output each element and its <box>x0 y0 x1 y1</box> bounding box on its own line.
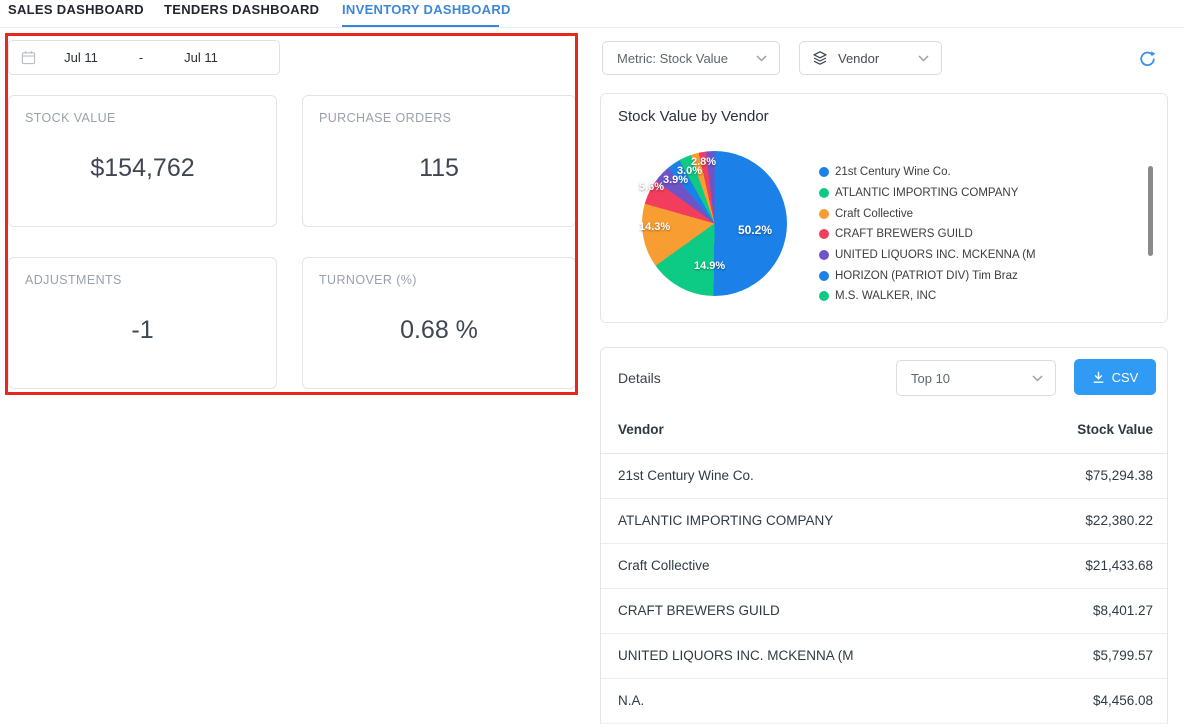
legend-item[interactable]: Craft Collective <box>819 203 1139 224</box>
chart-legend: 21st Century Wine Co. ATLANTIC IMPORTING… <box>819 162 1139 303</box>
kpi-label: STOCK VALUE <box>25 111 116 125</box>
pie-percentage-label: 5.6% <box>639 181 665 193</box>
vendor-table-body: 21st Century Wine Co. $75,294.38 ATLANTI… <box>601 453 1167 724</box>
stock-value-cell: $21,433.68 <box>1018 543 1167 589</box>
dimension-select[interactable]: Vendor <box>799 41 942 75</box>
legend-dot <box>819 250 829 261</box>
vendor-cell: 21st Century Wine Co. <box>601 453 1019 499</box>
top-limit-select[interactable]: Top 10 <box>896 360 1056 396</box>
legend-label: CRAFT BREWERS GUILD <box>835 228 973 241</box>
legend-item[interactable]: 21st Century Wine Co. <box>819 162 1139 183</box>
refresh-icon <box>1138 50 1157 69</box>
legend-item[interactable]: ATLANTIC IMPORTING COMPANY <box>819 183 1139 204</box>
legend-item[interactable]: HORIZON (PATRIOT DIV) Tim Braz <box>819 265 1139 286</box>
kpi-label: PURCHASE ORDERS <box>319 111 452 125</box>
metric-select-value: Metric: Stock Value <box>617 50 729 66</box>
stock-value-column-header[interactable]: Stock Value <box>1018 406 1167 454</box>
legend-label: UNITED LIQUORS INC. MCKENNA (M <box>835 249 1036 262</box>
kpi-value: 115 <box>419 154 459 182</box>
refresh-button[interactable] <box>1134 46 1160 72</box>
legend-item[interactable]: M.S. WALKER, INC <box>819 286 1139 303</box>
table-row: UNITED LIQUORS INC. MCKENNA (M $5,799.57 <box>601 633 1167 679</box>
legend-dot <box>819 188 829 199</box>
kpi-value: $154,762 <box>90 154 195 182</box>
date-range-picker[interactable]: Jul 11 - Jul 11 <box>8 40 280 75</box>
details-title: Details <box>618 370 661 386</box>
chevron-down-icon <box>918 54 929 62</box>
legend-dot <box>819 229 829 240</box>
vendor-table: Vendor Stock Value 21st Century Wine Co.… <box>601 406 1167 724</box>
vendor-cell: Craft Collective <box>601 543 1019 589</box>
tab-sales-dashboard[interactable]: SALES DASHBOARD <box>8 2 144 17</box>
stock-value-cell: $75,294.38 <box>1018 453 1167 499</box>
calendar-icon <box>21 50 36 65</box>
legend-label: HORIZON (PATRIOT DIV) Tim Braz <box>835 269 1018 282</box>
kpi-card-purchase-orders: PURCHASE ORDERS 115 <box>302 95 576 227</box>
legend-dot <box>819 167 829 178</box>
tab-tenders-dashboard[interactable]: TENDERS DASHBOARD <box>164 2 319 17</box>
tab-inventory-dashboard[interactable]: INVENTORY DASHBOARD <box>342 2 511 17</box>
kpi-value: 0.68 % <box>400 316 478 344</box>
date-separator: - <box>138 50 144 65</box>
chevron-down-icon <box>1032 374 1043 382</box>
pie-percentage-label: 3.9% <box>663 174 689 186</box>
csv-button-label: CSV <box>1111 369 1139 385</box>
metric-select[interactable]: Metric: Stock Value <box>602 41 780 75</box>
layers-icon <box>812 50 828 66</box>
pie-percentage-label: 50.2% <box>738 223 773 237</box>
legend-label: ATLANTIC IMPORTING COMPANY <box>835 187 1019 200</box>
stock-value-cell: $4,456.08 <box>1018 678 1167 724</box>
vendor-column-header[interactable]: Vendor <box>601 406 1019 454</box>
kpi-value: -1 <box>131 316 154 344</box>
table-header-row: Vendor Stock Value <box>601 406 1167 454</box>
dimension-select-value: Vendor <box>838 50 880 66</box>
legend-item[interactable]: CRAFT BREWERS GUILD <box>819 224 1139 245</box>
tab-bar: SALES DASHBOARD TENDERS DASHBOARD INVENT… <box>0 0 1184 28</box>
pie-percentage-label: 14.9% <box>694 260 726 272</box>
legend-dot <box>819 291 829 302</box>
date-end[interactable]: Jul 11 <box>156 50 246 65</box>
vendor-cell: CRAFT BREWERS GUILD <box>601 588 1019 634</box>
vendor-cell: UNITED LIQUORS INC. MCKENNA (M <box>601 633 1019 679</box>
table-row: 21st Century Wine Co. $75,294.38 <box>601 453 1167 499</box>
vendor-cell: N.A. <box>601 678 1019 724</box>
kpi-card-turnover: TURNOVER (%) 0.68 % <box>302 257 576 389</box>
date-start[interactable]: Jul 11 <box>36 50 126 65</box>
active-tab-underline <box>342 25 499 27</box>
pie-percentage-label: 14.3% <box>639 221 671 233</box>
top-limit-value: Top 10 <box>911 370 951 386</box>
legend-dot <box>819 270 829 281</box>
legend-dot <box>819 208 829 219</box>
legend-label: Craft Collective <box>835 207 913 220</box>
kpi-card-stock-value: STOCK VALUE $154,762 <box>8 95 277 227</box>
details-card: Details Top 10 CSV Vendor Stock Value 21… <box>600 347 1168 724</box>
stock-value-cell: $5,799.57 <box>1018 633 1167 679</box>
table-row: CRAFT BREWERS GUILD $8,401.27 <box>601 588 1167 634</box>
kpi-card-adjustments: ADJUSTMENTS -1 <box>8 257 277 389</box>
legend-label: M.S. WALKER, INC <box>835 290 937 303</box>
table-row: ATLANTIC IMPORTING COMPANY $22,380.22 <box>601 498 1167 544</box>
kpi-label: TURNOVER (%) <box>319 273 417 287</box>
table-row: N.A. $4,456.08 <box>601 678 1167 724</box>
vendor-cell: ATLANTIC IMPORTING COMPANY <box>601 498 1019 544</box>
kpi-label: ADJUSTMENTS <box>25 273 122 287</box>
legend-scrollbar[interactable] <box>1148 166 1153 256</box>
download-icon <box>1092 371 1105 384</box>
stock-value-cell: $22,380.22 <box>1018 498 1167 544</box>
chart-title: Stock Value by Vendor <box>618 108 769 125</box>
table-row: Craft Collective $21,433.68 <box>601 543 1167 589</box>
csv-export-button[interactable]: CSV <box>1074 359 1156 395</box>
stock-value-by-vendor-card: Stock Value by Vendor 2.8% 3.0% 3.9% 5.6% 14… <box>600 93 1168 323</box>
stock-value-cell: $8,401.27 <box>1018 588 1167 634</box>
legend-item[interactable]: UNITED LIQUORS INC. MCKENNA (M <box>819 245 1139 266</box>
chevron-down-icon <box>756 54 767 62</box>
legend-label: 21st Century Wine Co. <box>835 166 951 179</box>
